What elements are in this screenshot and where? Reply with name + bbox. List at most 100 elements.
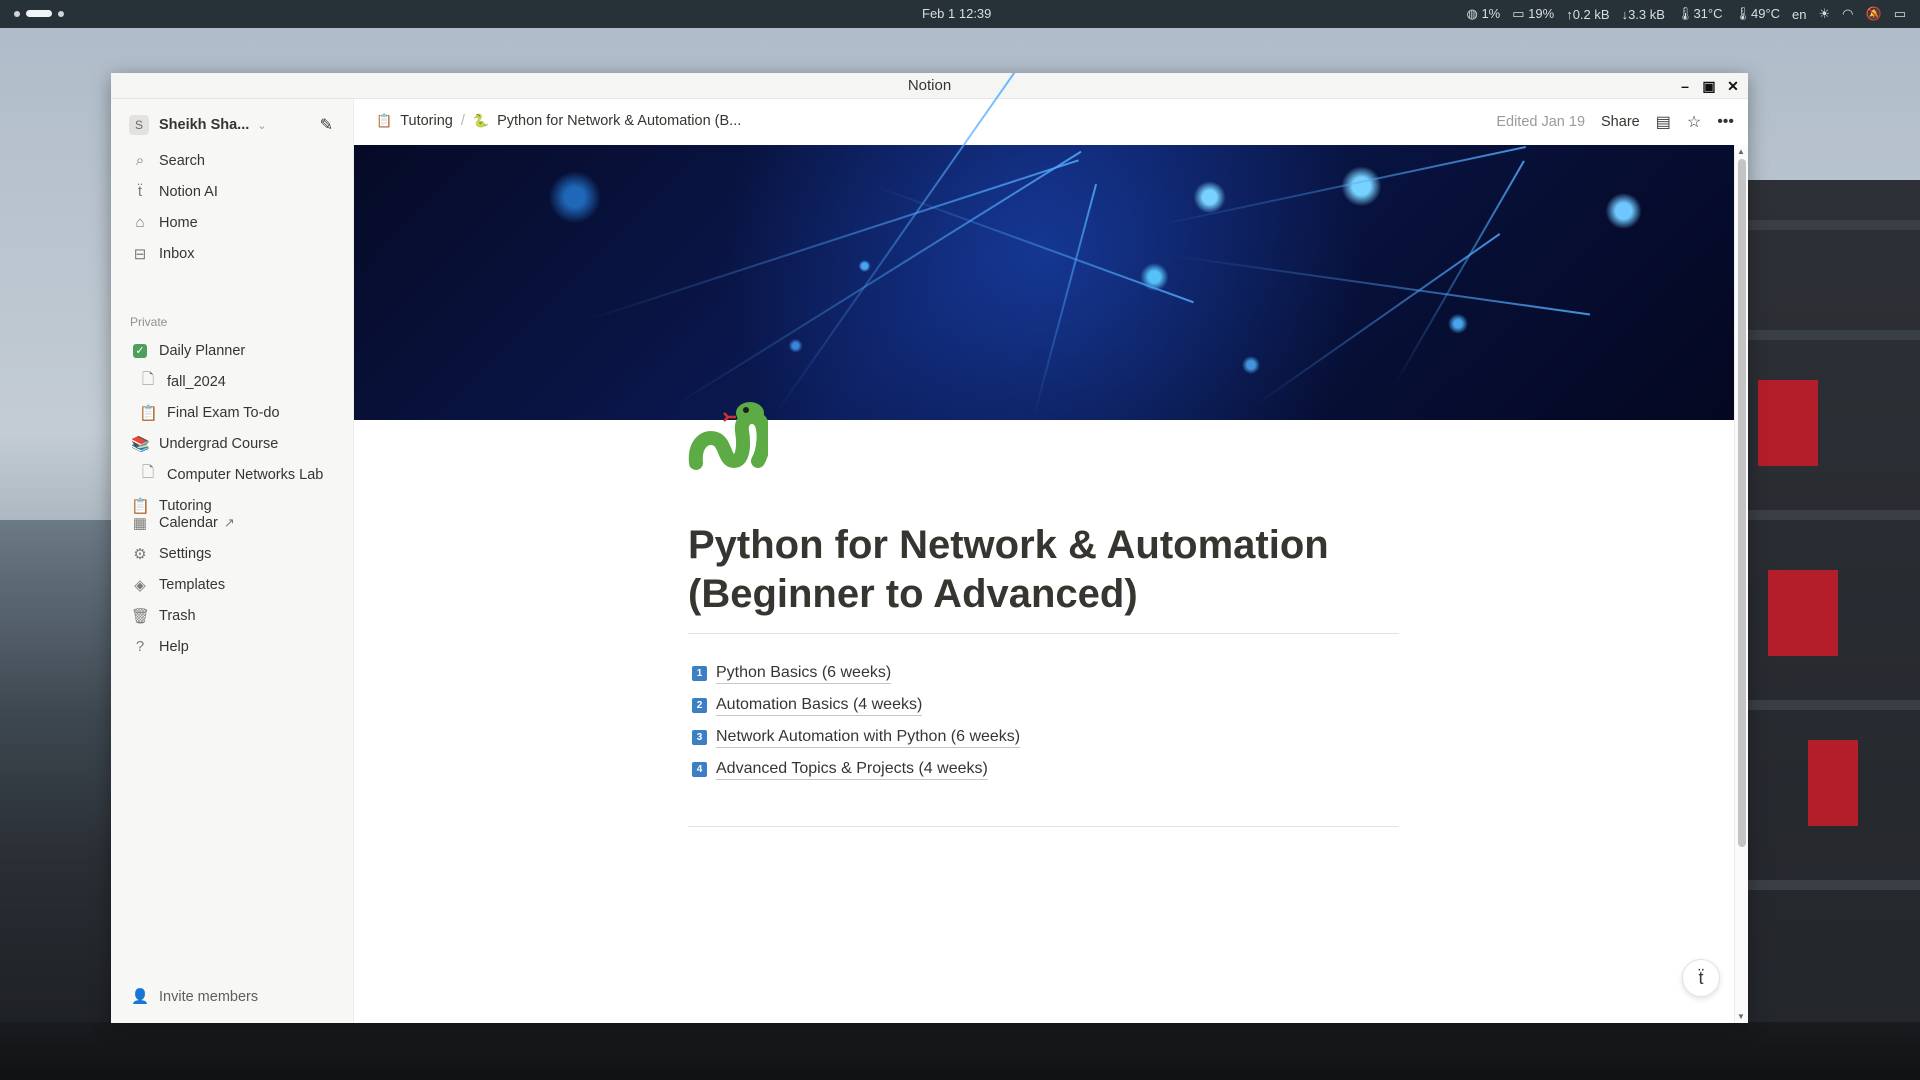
snake-icon[interactable] bbox=[684, 391, 771, 475]
page-actions: Edited Jan 19 Share ▤ ☆ ••• bbox=[1496, 112, 1734, 132]
keycap-2-icon: 2 bbox=[692, 697, 707, 713]
sidebar-item-settings[interactable]: ⚙ Settings bbox=[125, 538, 350, 569]
search-icon: ⌕ bbox=[135, 152, 145, 169]
snake-icon: 🐍 bbox=[472, 113, 490, 128]
page-title[interactable]: Python for Network & Automation (Beginne… bbox=[688, 521, 1408, 619]
maximize-icon[interactable]: ▣ bbox=[1702, 73, 1716, 99]
edited-timestamp: Edited Jan 19 bbox=[1496, 114, 1586, 130]
module-link[interactable]: Python Basics (6 weeks) bbox=[716, 663, 892, 684]
page-icon: 🗋 bbox=[141, 464, 155, 481]
brightness-icon[interactable]: ☀ bbox=[1819, 6, 1831, 22]
list-item[interactable]: 4 Advanced Topics & Projects (4 weeks) bbox=[692, 753, 1020, 785]
sidebar-item-undergrad-course[interactable]: 📚 Undergrad Course bbox=[125, 428, 350, 459]
sidebar-item-final-exam-todo[interactable]: 📋 Final Exam To-do bbox=[125, 397, 350, 428]
window-title: Notion bbox=[907, 77, 952, 94]
sidebar-item-home[interactable]: ⌂ Home bbox=[125, 207, 350, 238]
sidebar-private-nav: ✓ Daily Planner 🗋 fall_2024 📋 Final Exam… bbox=[125, 335, 350, 521]
scroll-down-icon[interactable]: ▼ bbox=[1737, 1012, 1745, 1021]
sidebar-item-help[interactable]: ? Help bbox=[125, 631, 350, 662]
module-link[interactable]: Advanced Topics & Projects (4 weeks) bbox=[716, 759, 988, 780]
list-item[interactable]: 1 Python Basics (6 weeks) bbox=[692, 657, 1020, 689]
cpu-icon: ◍ bbox=[1466, 6, 1478, 21]
sidebar-top-nav: ⌕ Search ẗ Notion AI ⌂ Home ⊟ Inbox bbox=[125, 145, 350, 269]
upload-indicator[interactable]: ↑0.2 kB bbox=[1566, 7, 1609, 22]
more-options-icon[interactable]: ••• bbox=[1717, 113, 1734, 131]
share-button[interactable]: Share bbox=[1601, 114, 1640, 130]
sidebar-item-notion-ai[interactable]: ẗ Notion AI bbox=[125, 176, 350, 207]
new-page-icon[interactable]: ✎ bbox=[320, 115, 333, 135]
notion-ai-icon: ẗ bbox=[137, 183, 143, 200]
sidebar-bottom-nav: ▦ Calendar ↗ ⚙ Settings ◈ Templates 🗑 Tr… bbox=[125, 507, 350, 662]
language-indicator[interactable]: en bbox=[1792, 7, 1806, 22]
workspace-avatar: S bbox=[129, 115, 149, 135]
help-icon: ? bbox=[135, 638, 145, 655]
sidebar: S Sheikh Sha... ⌄ ✎ ⌕ Search ẗ Notion AI… bbox=[111, 99, 354, 1023]
close-icon[interactable]: ✕ bbox=[1726, 73, 1740, 99]
calendar-icon: ▦ bbox=[132, 514, 148, 532]
cpu-indicator[interactable]: ◍ 1% bbox=[1466, 6, 1500, 22]
star-icon[interactable]: ☆ bbox=[1687, 112, 1701, 132]
workspace-switcher[interactable]: S Sheikh Sha... ⌄ ✎ bbox=[129, 113, 339, 137]
thermometer-icon: 🌡 bbox=[1734, 6, 1751, 21]
notion-ai-button[interactable]: ẗ bbox=[1682, 959, 1720, 997]
breadcrumb-separator: / bbox=[460, 113, 465, 129]
desktop-wallpaper-right bbox=[1748, 180, 1920, 1080]
vertical-scrollbar[interactable]: ▲ ▼ bbox=[1734, 145, 1748, 1023]
divider bbox=[688, 826, 1399, 827]
page-header: 📋 Tutoring / 🐍 Python for Network & Auto… bbox=[354, 99, 1748, 145]
desktop-bottom bbox=[0, 1022, 1920, 1080]
window-titlebar[interactable]: Notion – ▣ ✕ bbox=[111, 73, 1748, 99]
invite-members-button[interactable]: 👤 Invite members bbox=[131, 988, 258, 1006]
window-controls: – ▣ ✕ bbox=[1678, 73, 1740, 99]
private-section-label[interactable]: Private bbox=[130, 315, 167, 329]
module-link[interactable]: Automation Basics (4 weeks) bbox=[716, 695, 923, 716]
sidebar-item-fall-2024[interactable]: 🗋 fall_2024 bbox=[125, 366, 350, 397]
home-icon: ⌂ bbox=[135, 214, 145, 231]
clock[interactable]: Feb 1 12:39 bbox=[922, 6, 991, 21]
templates-icon: ◈ bbox=[134, 576, 146, 594]
clipboard-icon: 📋 bbox=[139, 404, 158, 422]
sidebar-item-computer-networks-lab[interactable]: 🗋 Computer Networks Lab bbox=[125, 459, 350, 490]
system-top-bar: Feb 1 12:39 ◍ 1% ▭ 19% ↑0.2 kB ↓3.3 kB 🌡… bbox=[0, 0, 1920, 28]
course-module-list: 1 Python Basics (6 weeks) 2 Automation B… bbox=[692, 657, 1021, 785]
scrollbar-thumb[interactable] bbox=[1738, 159, 1746, 847]
memory-icon: ▭ bbox=[1512, 6, 1525, 21]
desktop-wallpaper-left bbox=[0, 520, 112, 1080]
trash-icon: 🗑 bbox=[131, 607, 151, 625]
clipboard-icon: 📋 bbox=[376, 113, 393, 128]
keycap-3-icon: 3 bbox=[692, 729, 707, 745]
breadcrumb-current-page[interactable]: Python for Network & Automation (B... bbox=[497, 113, 741, 129]
temp-indicator-2[interactable]: 🌡49°C bbox=[1734, 6, 1780, 22]
ram-indicator[interactable]: ▭ 19% bbox=[1512, 6, 1554, 22]
sidebar-item-inbox[interactable]: ⊟ Inbox bbox=[125, 238, 350, 269]
battery-icon[interactable]: ▭ bbox=[1894, 6, 1906, 22]
sidebar-item-search[interactable]: ⌕ Search bbox=[125, 145, 350, 176]
sidebar-item-trash[interactable]: 🗑 Trash bbox=[125, 600, 350, 631]
breadcrumb-tutoring[interactable]: Tutoring bbox=[400, 113, 453, 129]
module-link[interactable]: Network Automation with Python (6 weeks) bbox=[716, 727, 1021, 748]
keycap-1-icon: 1 bbox=[692, 665, 707, 681]
sidebar-item-daily-planner[interactable]: ✓ Daily Planner bbox=[125, 335, 350, 366]
notifications-off-icon[interactable]: 🔕 bbox=[1866, 6, 1882, 22]
download-indicator[interactable]: ↓3.3 kB bbox=[1622, 7, 1665, 22]
system-tray: ◍ 1% ▭ 19% ↑0.2 kB ↓3.3 kB 🌡31°C 🌡49°C e… bbox=[1466, 6, 1906, 22]
chevron-down-icon: ⌄ bbox=[257, 119, 267, 132]
minimize-icon[interactable]: – bbox=[1678, 73, 1692, 99]
scroll-up-icon[interactable]: ▲ bbox=[1737, 147, 1745, 156]
page-icon: 🗋 bbox=[141, 371, 155, 388]
wifi-icon[interactable]: ◠ bbox=[1842, 6, 1853, 22]
page-cover-image[interactable] bbox=[354, 73, 1734, 420]
app-window: Notion – ▣ ✕ S Sheikh Sha... ⌄ ✎ ⌕ Searc… bbox=[111, 73, 1748, 1023]
main-content: 📋 Tutoring / 🐍 Python for Network & Auto… bbox=[354, 73, 1748, 1023]
list-item[interactable]: 2 Automation Basics (4 weeks) bbox=[692, 689, 1020, 721]
workspace-name: Sheikh Sha... bbox=[159, 117, 250, 133]
workspace-indicator[interactable] bbox=[14, 10, 64, 17]
sidebar-item-templates[interactable]: ◈ Templates bbox=[125, 569, 350, 600]
list-item[interactable]: 3 Network Automation with Python (6 week… bbox=[692, 721, 1021, 753]
checkbox-icon: ✓ bbox=[133, 343, 147, 358]
sidebar-item-calendar[interactable]: ▦ Calendar ↗ bbox=[125, 507, 350, 538]
gear-icon: ⚙ bbox=[133, 545, 147, 563]
temp-indicator-1[interactable]: 🌡31°C bbox=[1677, 6, 1723, 22]
external-link-icon: ↗ bbox=[223, 514, 235, 530]
comments-icon[interactable]: ▤ bbox=[1656, 112, 1671, 132]
